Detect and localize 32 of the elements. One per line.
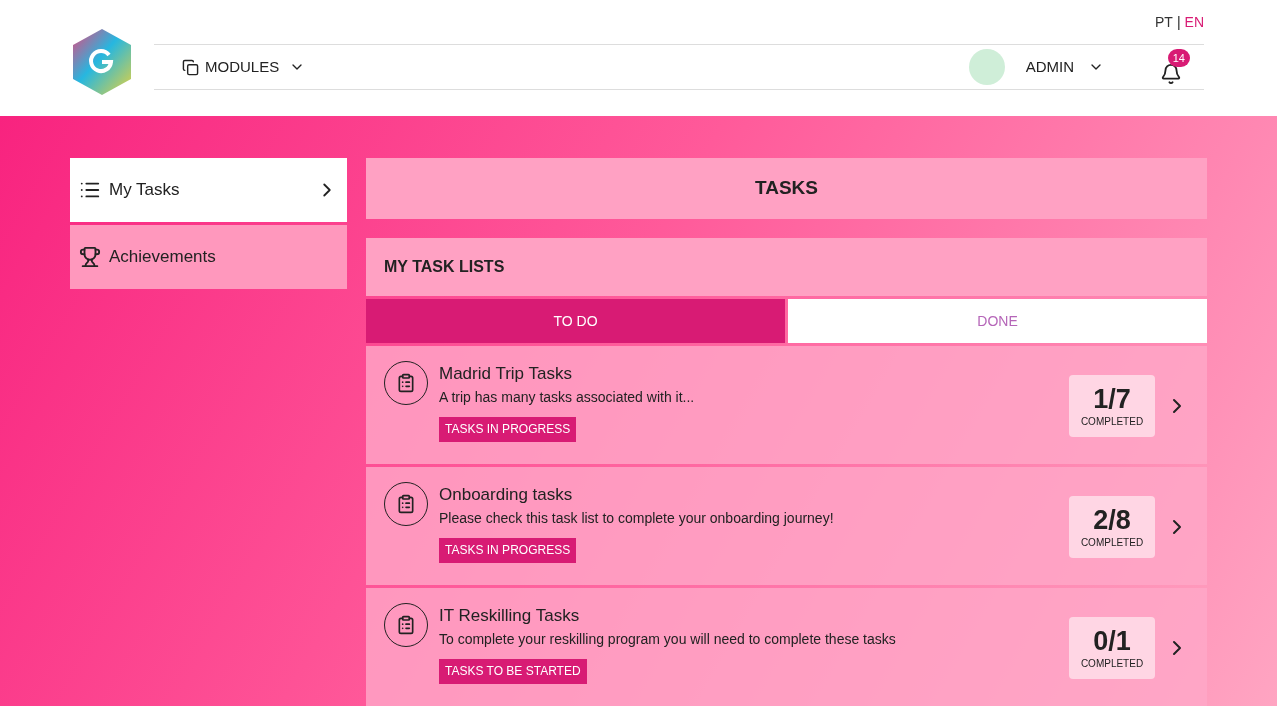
notification-badge: 14 — [1167, 49, 1190, 67]
tab[interactable]: DONE — [788, 299, 1207, 343]
completion-counter: 2/8 COMPLETED — [1069, 496, 1155, 558]
modules-icon — [182, 58, 199, 76]
section-title: MY TASK LISTS — [366, 238, 1207, 296]
modules-menu[interactable]: MODULES — [182, 55, 306, 79]
separator-text: | — [1176, 12, 1181, 32]
status-tag: TASKS TO BE STARTED — [439, 659, 587, 684]
task-list-title: IT Reskilling Tasks — [439, 605, 580, 627]
completion-counter: 0/1 COMPLETED — [1069, 617, 1155, 679]
completion-counter: 1/7 COMPLETED — [1069, 375, 1155, 437]
task-list-title: Onboarding tasks — [439, 484, 573, 506]
notifications-button[interactable]: 14 — [1160, 49, 1190, 85]
task-list-card[interactable]: Onboarding tasks Please check this task list to complete your onboarding journey! TASKS IN PROGRESS 2/8 COMPLETED — [366, 467, 1207, 585]
user-menu[interactable]: ADMIN — [1025, 55, 1104, 79]
sidebar-item[interactable]: My Tasks — [70, 158, 347, 222]
task-list-card[interactable]: IT Reskilling Tasks To complete your reskilling program you will need to complete these tasks TASKS TO BE STARTED 0/1 COMPLETED — [366, 588, 1207, 706]
task-list-description: Please check this task list to complete your onboarding journey! — [439, 509, 834, 528]
bell-icon — [1160, 63, 1182, 85]
page-title: TASKS — [366, 158, 1207, 220]
status-tag: TASKS IN PROGRESS — [439, 417, 577, 442]
task-list-card[interactable]: Madrid Trip Tasks A trip has many tasks associated with it... TASKS IN PROGRESS 1/7 COMPLETED — [366, 346, 1207, 464]
status-tag: TASKS IN PROGRESS — [439, 538, 577, 563]
task-list-description: To complete your reskilling program you will need to complete these tasks — [439, 630, 896, 649]
trophy-icon — [79, 246, 101, 268]
language-link[interactable]: EN — [1184, 11, 1204, 33]
tab[interactable]: TO DO — [366, 299, 785, 343]
task-list-title: Madrid Trip Tasks — [439, 363, 572, 385]
language-link[interactable]: PT — [1155, 11, 1173, 33]
task-list-description: A trip has many tasks associated with it... — [439, 388, 695, 407]
hexagon-logo[interactable] — [73, 29, 131, 95]
sidebar-item[interactable]: Achievements — [70, 225, 347, 289]
